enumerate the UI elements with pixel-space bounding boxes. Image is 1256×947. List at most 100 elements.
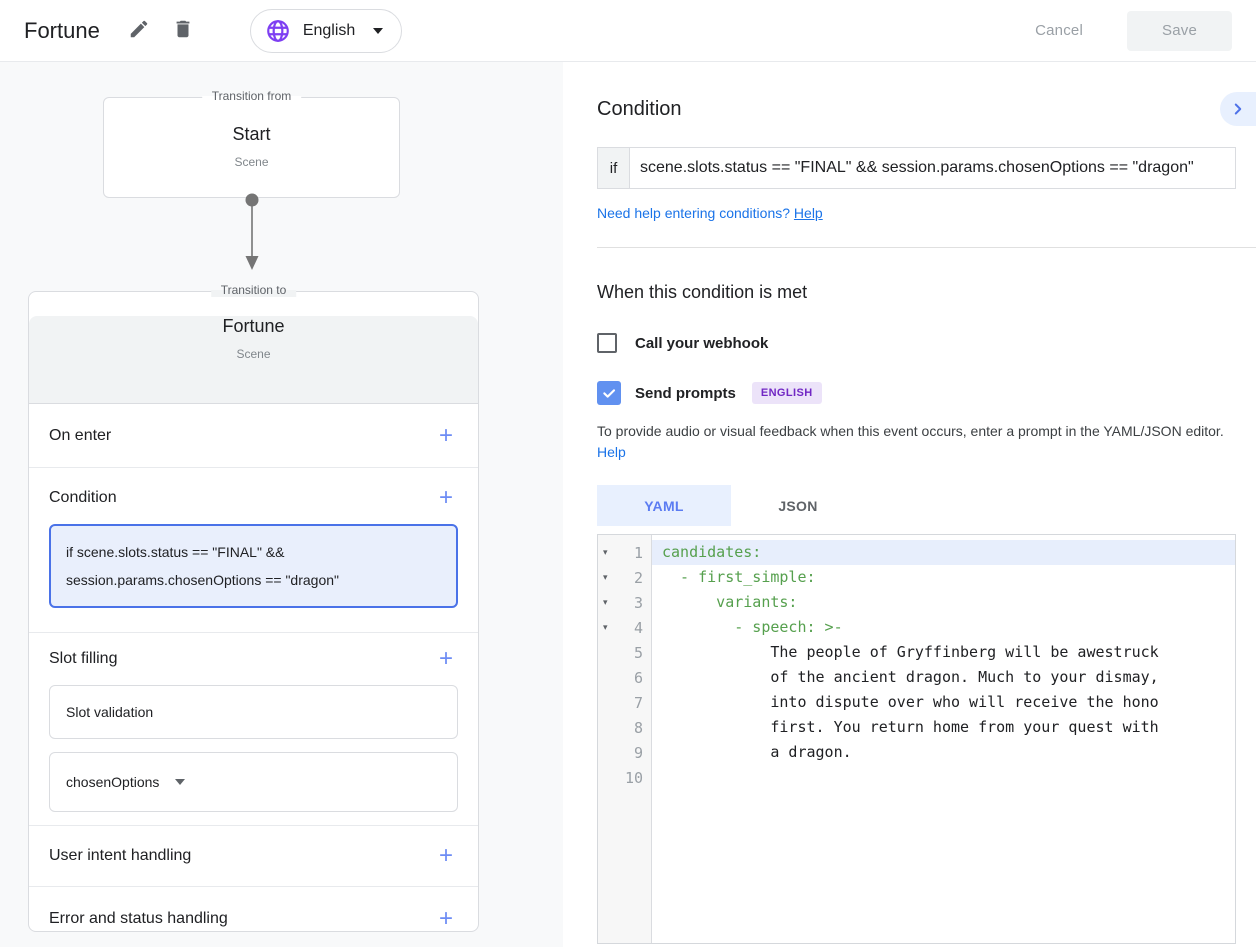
pencil-icon xyxy=(128,18,150,43)
chevron-down-icon xyxy=(175,779,185,785)
editor-tabs: YAML JSON xyxy=(597,485,1256,526)
section-slot-filling: Slot filling Slot validation chosenOptio… xyxy=(29,633,478,812)
code-token-plain: The people of Gryffinberg will be awestr… xyxy=(662,643,1159,661)
code-line[interactable]: candidates: xyxy=(652,540,1235,565)
code-token-key: candidates: xyxy=(662,543,761,561)
fold-arrow-icon[interactable]: ▾ xyxy=(598,572,615,583)
trash-icon xyxy=(172,18,194,43)
language-label: English xyxy=(303,22,355,40)
condition-help-line: Need help entering conditions? Help xyxy=(597,205,1256,221)
condition-input-row: if xyxy=(597,147,1236,189)
code-token-plain: of the ancient dragon. Much to your dism… xyxy=(662,668,1159,686)
chevron-down-icon xyxy=(373,28,383,34)
panel-divider xyxy=(597,247,1256,248)
line-number: 9 xyxy=(615,744,651,762)
code-token-key: - speech: >- xyxy=(662,618,843,636)
code-token-plain: into dispute over who will receive the h… xyxy=(662,693,1159,711)
from-scene-name: Start xyxy=(104,124,399,145)
condition-help-link[interactable]: Help xyxy=(794,205,823,221)
tab-yaml[interactable]: YAML xyxy=(597,485,731,526)
send-prompts-label: Send prompts xyxy=(635,385,736,402)
if-prefix: if xyxy=(597,147,630,189)
code-token-key: - first_simple: xyxy=(662,568,816,586)
error-status-label: Error and status handling xyxy=(49,910,228,928)
code-line[interactable]: into dispute over who will receive the h… xyxy=(652,690,1235,715)
gutter-row: 6 xyxy=(598,665,651,690)
condition-expression-input[interactable] xyxy=(630,147,1236,189)
scene-flow-canvas: Transition from Start Scene Transition t… xyxy=(0,62,563,947)
chevron-right-icon xyxy=(1229,100,1247,118)
to-scene-type: Scene xyxy=(29,347,478,361)
line-number: 1 xyxy=(615,544,651,562)
slot-validation-label: Slot validation xyxy=(66,704,153,720)
transition-from-node[interactable]: Transition from Start Scene xyxy=(103,97,400,198)
code-token-plain: first. You return home from your quest w… xyxy=(662,718,1159,736)
to-scene-name: Fortune xyxy=(29,316,478,337)
gutter-row: ▾1 xyxy=(598,540,651,565)
collapse-panel-button[interactable] xyxy=(1220,92,1256,126)
panel-title: Condition xyxy=(597,62,1256,121)
language-selector[interactable]: English xyxy=(250,9,402,53)
slot-filling-label: Slot filling xyxy=(49,650,117,668)
gutter-row: ▾3 xyxy=(598,590,651,615)
section-user-intent: User intent handling xyxy=(29,826,478,886)
line-number: 5 xyxy=(615,644,651,662)
slot-name-label: chosenOptions xyxy=(66,774,159,790)
code-line[interactable] xyxy=(652,765,1235,790)
gutter-row: ▾2 xyxy=(598,565,651,590)
transition-to-label: Transition to xyxy=(211,283,297,297)
on-enter-label: On enter xyxy=(49,427,111,445)
code-line[interactable]: first. You return home from your quest w… xyxy=(652,715,1235,740)
section-error-status: Error and status handling xyxy=(29,887,478,947)
webhook-label: Call your webhook xyxy=(635,335,768,352)
from-scene-type: Scene xyxy=(104,155,399,169)
user-intent-label: User intent handling xyxy=(49,847,191,865)
delete-scene-button[interactable] xyxy=(166,14,200,48)
tab-json[interactable]: JSON xyxy=(731,485,865,526)
code-line[interactable]: - speech: >- xyxy=(652,615,1235,640)
add-condition-icon[interactable] xyxy=(434,486,458,510)
code-line[interactable]: - first_simple: xyxy=(652,565,1235,590)
code-token-plain: a dragon. xyxy=(662,743,852,761)
add-on-enter-icon[interactable] xyxy=(434,424,458,448)
add-user-intent-icon[interactable] xyxy=(434,844,458,868)
transition-from-label: Transition from xyxy=(202,89,302,103)
gutter-row: 5 xyxy=(598,640,651,665)
gutter-row: 9 xyxy=(598,740,651,765)
cancel-button[interactable]: Cancel xyxy=(1019,12,1099,49)
line-number: 8 xyxy=(615,719,651,737)
page-title: Fortune xyxy=(24,18,100,44)
gutter-row: 8 xyxy=(598,715,651,740)
transition-arrow xyxy=(238,192,266,284)
code-line[interactable]: a dragon. xyxy=(652,740,1235,765)
section-condition: Condition if scene.slots.status == "FINA… xyxy=(29,468,478,608)
prompt-help-link[interactable]: Help xyxy=(597,444,626,460)
when-met-title: When this condition is met xyxy=(597,282,1256,303)
webhook-checkbox[interactable] xyxy=(597,333,617,353)
gutter-row: ▾4 xyxy=(598,615,651,640)
slot-name-card[interactable]: chosenOptions xyxy=(49,752,458,812)
section-on-enter: On enter xyxy=(29,404,478,467)
line-number: 7 xyxy=(615,694,651,712)
add-error-status-icon[interactable] xyxy=(434,907,458,931)
code-line[interactable]: variants: xyxy=(652,590,1235,615)
slot-validation-card[interactable]: Slot validation xyxy=(49,685,458,739)
condition-expression-line2: session.params.chosenOptions == "dragon" xyxy=(66,566,441,594)
editor-code[interactable]: candidates: - first_simple: variants: - … xyxy=(652,535,1235,943)
save-button[interactable]: Save xyxy=(1127,11,1232,51)
condition-chip[interactable]: if scene.slots.status == "FINAL" && sess… xyxy=(49,524,458,608)
fold-arrow-icon[interactable]: ▾ xyxy=(598,622,615,633)
code-line[interactable]: of the ancient dragon. Much to your dism… xyxy=(652,665,1235,690)
prompt-hint: To provide audio or visual feedback when… xyxy=(597,421,1229,463)
editor-gutter: ▾1▾2▾3▾45678910 xyxy=(598,535,652,943)
gutter-row: 10 xyxy=(598,765,651,790)
edit-title-button[interactable] xyxy=(122,14,156,48)
line-number: 2 xyxy=(615,569,651,587)
gutter-row: 7 xyxy=(598,690,651,715)
send-prompts-checkbox[interactable] xyxy=(597,381,621,405)
code-line[interactable]: The people of Gryffinberg will be awestr… xyxy=(652,640,1235,665)
condition-detail-panel: Condition if Need help entering conditio… xyxy=(563,62,1256,947)
fold-arrow-icon[interactable]: ▾ xyxy=(598,597,615,608)
add-slot-icon[interactable] xyxy=(434,647,458,671)
fold-arrow-icon[interactable]: ▾ xyxy=(598,547,615,558)
